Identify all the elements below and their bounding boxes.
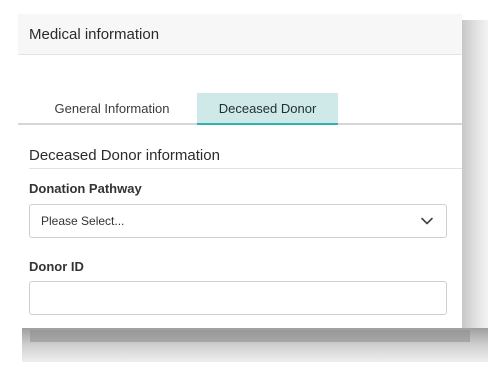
section-divider <box>29 168 462 169</box>
tab-deceased-donor-label: Deceased Donor <box>218 100 317 116</box>
screenshot-stage: Medical information General Information … <box>0 0 502 383</box>
card-title: Medical information <box>29 25 160 43</box>
donation-pathway-label: Donation Pathway <box>29 181 142 196</box>
tab-deceased-donor[interactable]: Deceased Donor <box>197 93 338 125</box>
donation-pathway-selected-value: Please Select... <box>41 214 125 228</box>
tab-bar: General Information Deceased Donor <box>18 93 462 125</box>
chevron-down-icon <box>421 217 433 225</box>
donor-id-label: Donor ID <box>29 259 84 274</box>
section-heading: Deceased Donor information <box>29 147 220 164</box>
donor-id-input[interactable] <box>29 281 447 315</box>
card-header: Medical information <box>18 14 462 55</box>
tab-general-information[interactable]: General Information <box>32 93 192 123</box>
tab-general-information-label: General Information <box>54 100 170 116</box>
card-shadow-right <box>462 20 488 350</box>
card-shadow-bottom-dark <box>30 330 470 342</box>
medical-information-card: Medical information General Information … <box>18 14 462 328</box>
donation-pathway-select[interactable]: Please Select... <box>29 204 447 238</box>
